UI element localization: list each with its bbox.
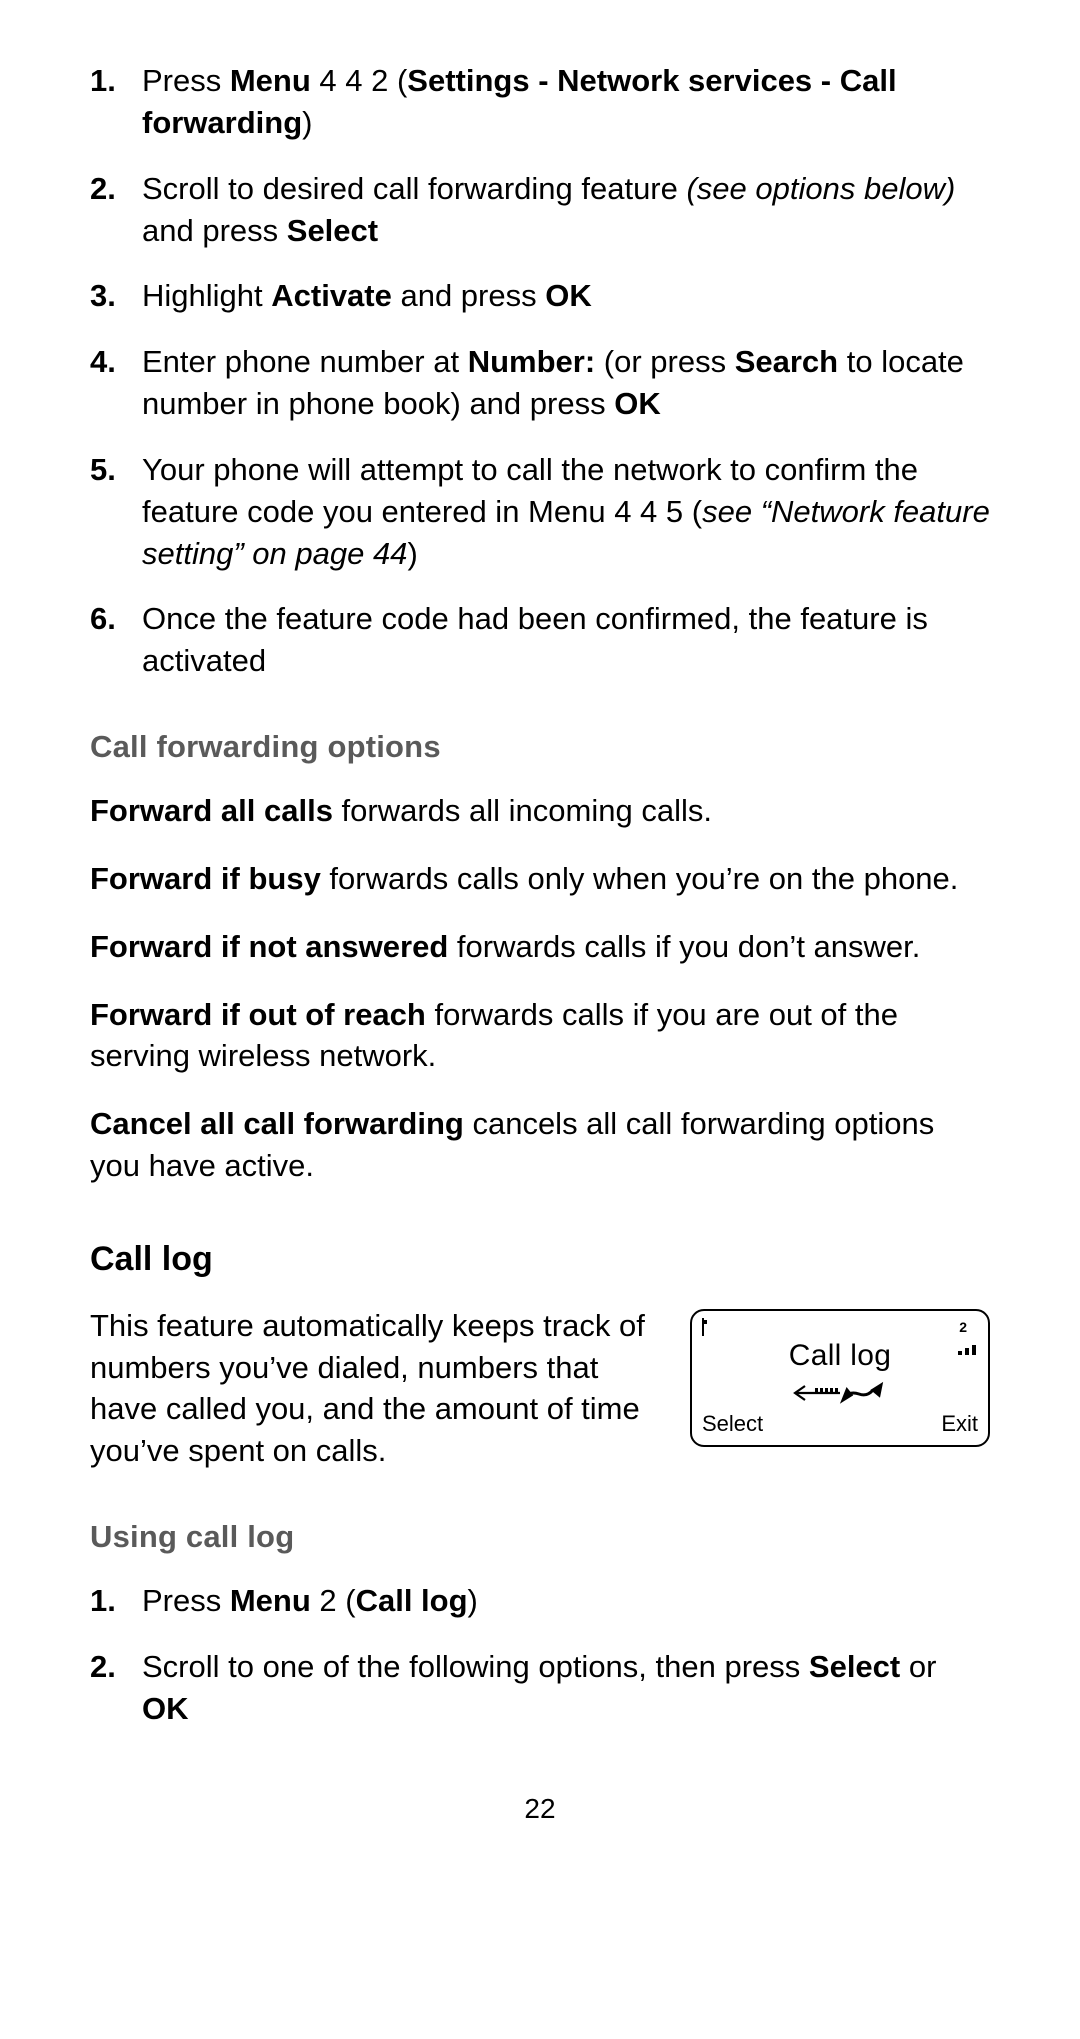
step-number: 2. bbox=[90, 1646, 142, 1730]
subhead-call-forwarding-options: Call forwarding options bbox=[90, 726, 990, 768]
call-log-description: This feature automatically keeps track o… bbox=[90, 1305, 666, 1472]
signal-number: 2 bbox=[959, 1319, 967, 1335]
list-item: 1.Press Menu 4 4 2 (Settings - Network s… bbox=[90, 60, 990, 144]
list-item: 1.Press Menu 2 (Call log) bbox=[90, 1580, 990, 1622]
option-paragraph: Forward if out of reach forwards calls i… bbox=[90, 994, 990, 1078]
phone-title: Call log bbox=[702, 1336, 978, 1377]
step-text: Highlight Activate and press OK bbox=[142, 275, 990, 317]
step-number: 6. bbox=[90, 598, 142, 682]
phone-arrow-icon bbox=[702, 1379, 978, 1407]
step-text: Once the feature code had been confirmed… bbox=[142, 598, 990, 682]
step-number: 1. bbox=[90, 60, 142, 144]
section-heading-call-log: Call log bbox=[90, 1237, 990, 1283]
step-text: Press Menu 4 4 2 (Settings - Network ser… bbox=[142, 60, 990, 144]
phone-screen-illustration: 2 Call log Select bbox=[690, 1309, 990, 1447]
phone-softkey-left: Select bbox=[702, 1409, 763, 1439]
step-text: Enter phone number at Number: (or press … bbox=[142, 341, 990, 425]
step-text: Scroll to desired call forwarding featur… bbox=[142, 168, 990, 252]
call-forwarding-options: Forward all calls forwards all incoming … bbox=[90, 790, 990, 1187]
option-paragraph: Forward all calls forwards all incoming … bbox=[90, 790, 990, 832]
step-text: Scroll to one of the following options, … bbox=[142, 1646, 990, 1730]
option-paragraph: Forward if busy forwards calls only when… bbox=[90, 858, 990, 900]
list-item: 2.Scroll to desired call forwarding feat… bbox=[90, 168, 990, 252]
list-item: 6.Once the feature code had been confirm… bbox=[90, 598, 990, 682]
phone-softkey-right: Exit bbox=[941, 1409, 978, 1439]
step-number: 4. bbox=[90, 341, 142, 425]
list-item: 4.Enter phone number at Number: (or pres… bbox=[90, 341, 990, 425]
list-item: 2.Scroll to one of the following options… bbox=[90, 1646, 990, 1730]
step-number: 2. bbox=[90, 168, 142, 252]
step-text: Your phone will attempt to call the netw… bbox=[142, 449, 990, 575]
battery-icon bbox=[702, 1318, 704, 1334]
call-forwarding-steps: 1.Press Menu 4 4 2 (Settings - Network s… bbox=[90, 60, 990, 682]
step-text: Press Menu 2 (Call log) bbox=[142, 1580, 990, 1622]
page-number: 22 bbox=[90, 1790, 990, 1828]
list-item: 3.Highlight Activate and press OK bbox=[90, 275, 990, 317]
step-number: 5. bbox=[90, 449, 142, 575]
subhead-using-call-log: Using call log bbox=[90, 1516, 990, 1558]
step-number: 1. bbox=[90, 1580, 142, 1622]
option-paragraph: Forward if not answered forwards calls i… bbox=[90, 926, 990, 968]
signal-indicator: 2 bbox=[959, 1318, 978, 1334]
step-number: 3. bbox=[90, 275, 142, 317]
list-item: 5.Your phone will attempt to call the ne… bbox=[90, 449, 990, 575]
option-paragraph: Cancel all call forwarding cancels all c… bbox=[90, 1103, 990, 1187]
using-call-log-steps: 1.Press Menu 2 (Call log)2.Scroll to one… bbox=[90, 1580, 990, 1730]
